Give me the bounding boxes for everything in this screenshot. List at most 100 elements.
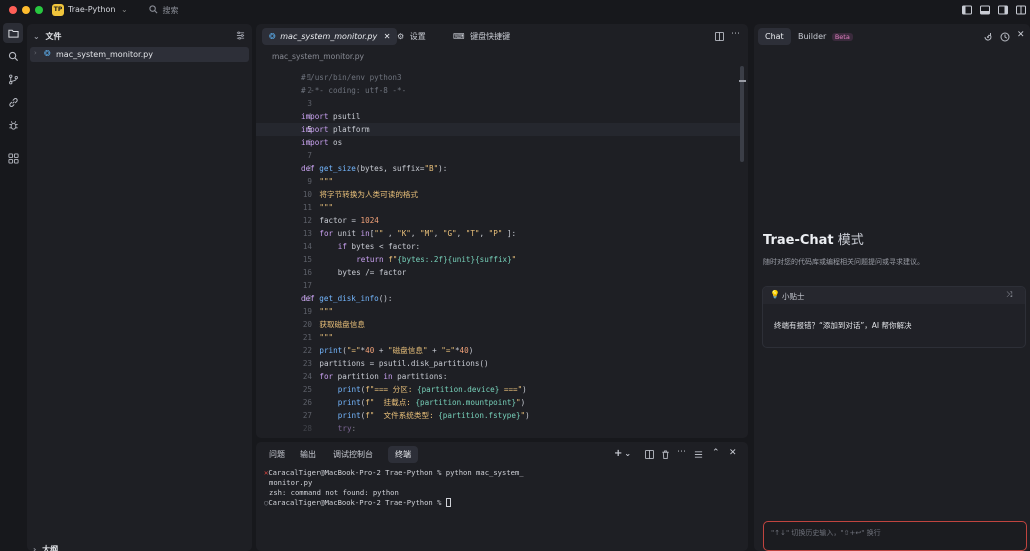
filter-icon[interactable]: [236, 31, 245, 40]
tab-builder[interactable]: Builder Beta: [791, 28, 860, 45]
explorer-header[interactable]: ⌄ 文件: [33, 31, 62, 42]
code-line[interactable]: 25 print(f"=== 分区: {partition.device} ===…: [256, 383, 744, 396]
chat-panel: Chat Builder Beta ✕ Trae-Chat 模式 随时对您的代码…: [754, 24, 1030, 551]
code-line[interactable]: 27 print(f" 文件系统类型: {partition.fstype}"): [256, 409, 744, 422]
breadcrumb[interactable]: mac_system_monitor.py: [272, 52, 364, 61]
code-line[interactable]: 15 return f"{bytes:.2f}{unit}{suffix}": [256, 253, 744, 266]
terminal-output[interactable]: ✕CaracalTiger@MacBook-Pro-2 Trae-Python …: [256, 468, 746, 548]
code-line[interactable]: 18 def get_disk_info():: [256, 292, 744, 305]
search-bar[interactable]: 搜索: [149, 5, 179, 16]
zoom-window-button[interactable]: [35, 6, 43, 14]
code-line[interactable]: 16 bytes /= factor: [256, 266, 744, 279]
line-number: 11: [302, 203, 312, 212]
more-actions-icon[interactable]: ⋯: [731, 29, 740, 39]
project-switcher[interactable]: Trae-Python ⌄: [68, 5, 128, 14]
editor-panel: ❂ mac_system_monitor.py ✕ ⚙ 设置 ⌨ 键盘快捷键 ⋯…: [256, 24, 748, 438]
tab-settings[interactable]: ⚙ 设置: [390, 28, 433, 45]
code-text: 获取磁盘信息: [319, 320, 365, 329]
search-icon[interactable]: [3, 46, 23, 66]
split-terminal-icon[interactable]: [645, 450, 654, 459]
code-text: """: [319, 203, 334, 212]
code-line[interactable]: 4 import psutil: [256, 110, 744, 123]
code-line[interactable]: 19 """: [256, 305, 744, 318]
shuffle-icon[interactable]: ⤨: [1006, 290, 1012, 300]
search-icon: [149, 5, 158, 14]
source-control-icon[interactable]: [3, 69, 23, 89]
new-terminal-button[interactable]: + ⌄: [614, 448, 631, 459]
file-tree-item[interactable]: › ❂ mac_system_monitor.py: [30, 47, 249, 62]
extensions-link-icon[interactable]: [3, 92, 23, 112]
line-number: 16: [302, 268, 312, 277]
code-line[interactable]: 10 将字节转换为人类可读的格式: [256, 188, 744, 201]
project-badge: TP: [52, 4, 64, 16]
tab-debug-console[interactable]: 调试控制台: [326, 446, 380, 463]
code-text: import psutil: [301, 112, 361, 121]
line-number: 17: [302, 281, 312, 290]
minimize-window-button[interactable]: [22, 6, 30, 14]
code-text: try:: [337, 424, 357, 433]
toggle-panel-icon[interactable]: [980, 5, 990, 15]
code-line[interactable]: 5 import platform: [256, 123, 744, 136]
code-line[interactable]: 12 factor = 1024: [256, 214, 744, 227]
panel-layout-icon[interactable]: [694, 450, 703, 459]
code-line[interactable]: 23 partitions = psutil.disk_partitions(): [256, 357, 744, 370]
code-text: for unit in["" , "K", "M", "G", "T", "P"…: [319, 229, 517, 238]
code-text: return f"{bytes:.2f}{unit}{suffix}": [356, 255, 517, 264]
code-text: def get_size(bytes, suffix="B"):: [301, 164, 448, 173]
code-line[interactable]: 7: [256, 149, 744, 162]
code-line[interactable]: 13 for unit in["" , "K", "M", "G", "T", "…: [256, 227, 744, 240]
split-editor-icon[interactable]: [715, 32, 724, 41]
toggle-chat-icon[interactable]: [998, 5, 1008, 15]
terminal-cursor: [445, 498, 451, 507]
close-panel-icon[interactable]: ✕: [729, 448, 737, 458]
code-line[interactable]: 26 print(f" 挂载点: {partition.mountpoint}"): [256, 396, 744, 409]
trash-icon[interactable]: [661, 450, 670, 459]
tab-mac-system-monitor[interactable]: ❂ mac_system_monitor.py ✕: [262, 28, 398, 45]
more-actions-icon[interactable]: ⋯: [677, 447, 686, 457]
code-line[interactable]: 1 #!/usr/bin/env python3: [256, 71, 744, 84]
code-line[interactable]: 8 def get_size(bytes, suffix="B"):: [256, 162, 744, 175]
close-window-button[interactable]: [9, 6, 17, 14]
line-number: 19: [302, 307, 312, 316]
new-chat-icon[interactable]: [983, 32, 993, 42]
code-line[interactable]: 2 # -*- coding: utf-8 -*-: [256, 84, 744, 97]
code-line[interactable]: 9 """: [256, 175, 744, 188]
chat-heading-mode: 模式: [833, 233, 864, 248]
code-area[interactable]: 1 #!/usr/bin/env python3 2 # -*- coding: ut…: [256, 71, 746, 437]
code-line[interactable]: 21 """: [256, 331, 744, 344]
code-line[interactable]: 24 for partition in partitions:: [256, 370, 744, 383]
code-line[interactable]: 6 import os: [256, 136, 744, 149]
line-number: 12: [302, 216, 312, 225]
code-line[interactable]: 11 """: [256, 201, 744, 214]
debug-icon[interactable]: [3, 115, 23, 135]
maximize-panel-icon[interactable]: ⌃: [712, 448, 720, 458]
toggle-sidebar-icon[interactable]: [962, 5, 972, 15]
bottom-panel: 问题 输出 调试控制台 终端 + ⌄ ⋯ ⌃ ✕ ✕CaracalTiger@Ma…: [256, 442, 748, 551]
tab-problems[interactable]: 问题: [262, 446, 292, 463]
tab-terminal[interactable]: 终端: [388, 446, 418, 463]
code-line[interactable]: 28 try:: [256, 422, 744, 435]
python-file-icon: ❂: [269, 32, 276, 41]
layout-icon[interactable]: [1016, 5, 1026, 15]
tab-chat[interactable]: Chat: [758, 28, 791, 45]
code-line[interactable]: 17: [256, 279, 744, 292]
close-icon[interactable]: ✕: [1017, 30, 1025, 40]
tab-output[interactable]: 输出: [293, 446, 323, 463]
tab-keyboard-shortcuts[interactable]: ⌨ 键盘快捷键: [446, 28, 517, 45]
code-line[interactable]: 14 if bytes < factor:: [256, 240, 744, 253]
line-number: 14: [302, 242, 312, 251]
explorer-icon[interactable]: [3, 23, 23, 43]
code-line[interactable]: 20 获取磁盘信息: [256, 318, 744, 331]
line-number: 24: [302, 372, 312, 381]
chat-input[interactable]: "↑↓" 切换历史输入，"⇧+↩" 换行: [763, 521, 1027, 551]
tab-label: mac_system_monitor.py: [280, 32, 378, 41]
line-number: 10: [302, 190, 312, 199]
history-icon[interactable]: [1000, 32, 1010, 42]
code-line[interactable]: 22 print("="*40 + "磁盘信息" + "="*40): [256, 344, 744, 357]
code-line[interactable]: 3: [256, 97, 744, 110]
line-number: 3: [307, 99, 312, 108]
terminal-line: ✕CaracalTiger@MacBook-Pro-2 Trae-Python …: [264, 468, 524, 477]
extensions-icon[interactable]: [3, 148, 23, 168]
outline-header[interactable]: › 大纲: [33, 544, 58, 551]
chevron-down-icon: ⌄: [33, 32, 40, 41]
